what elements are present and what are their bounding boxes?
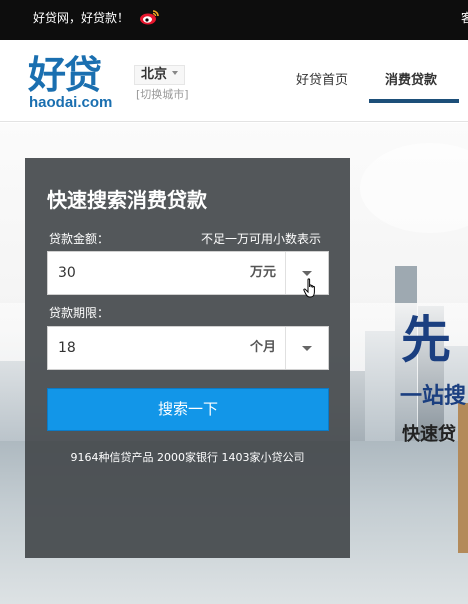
site-slogan: 好贷网，好贷款！ <box>33 11 130 25</box>
city-selector[interactable]: 北京 <box>134 65 186 85</box>
search-button[interactable]: 搜索一下 <box>47 388 329 431</box>
switch-city-link[interactable]: [切换城市] <box>136 88 189 102</box>
promo-subheadline: 一站搜 <box>400 384 467 409</box>
panel-title: 快速搜索消费贷款 <box>47 188 207 212</box>
loan-term-value[interactable]: 18 <box>58 340 76 356</box>
package-box <box>458 403 468 553</box>
nav-home[interactable]: 好贷首页 <box>296 73 348 89</box>
active-nav-underline <box>369 99 459 103</box>
top-bar-link[interactable]: 客 <box>461 11 468 25</box>
loan-term-unit: 个月 <box>249 340 276 355</box>
current-city: 北京 <box>141 67 168 82</box>
caret-down-icon <box>302 346 312 351</box>
loan-search-panel: 快速搜索消费贷款 贷款金额： 不足一万可用小数表示 30 万元 贷款期限： 18… <box>25 158 350 558</box>
site-header: 好贷 haodai.com 北京 [切换城市] 好贷首页 消费贷款 <box>0 40 468 122</box>
weibo-icon[interactable] <box>138 8 160 26</box>
platform-stats: 9164种信贷产品 2000家银行 1403家小贷公司 <box>70 451 305 464</box>
chevron-down-icon <box>172 70 179 75</box>
loan-amount-value[interactable]: 30 <box>58 265 76 281</box>
nav-consumer-loan[interactable]: 消费贷款 <box>385 73 437 89</box>
loan-amount-unit: 万元 <box>249 265 276 280</box>
cloud <box>360 143 468 233</box>
logo-mark[interactable]: 好贷 <box>28 55 102 95</box>
loan-term-dropdown[interactable] <box>285 327 328 369</box>
promo-headline: 先 <box>401 311 451 369</box>
promo-tagline: 快速贷 <box>402 424 456 445</box>
term-label: 贷款期限： <box>49 306 110 320</box>
amount-label: 贷款金额： <box>49 232 110 246</box>
caret-down-icon <box>302 271 312 276</box>
hand-cursor-icon <box>303 278 315 298</box>
loan-term-field[interactable]: 18 个月 <box>47 326 329 370</box>
top-bar: 好贷网，好贷款！ 客 <box>0 0 468 40</box>
loan-amount-field[interactable]: 30 万元 <box>47 251 329 295</box>
amount-hint: 不足一万可用小数表示 <box>200 232 321 246</box>
logo-domain[interactable]: haodai.com <box>29 95 112 111</box>
